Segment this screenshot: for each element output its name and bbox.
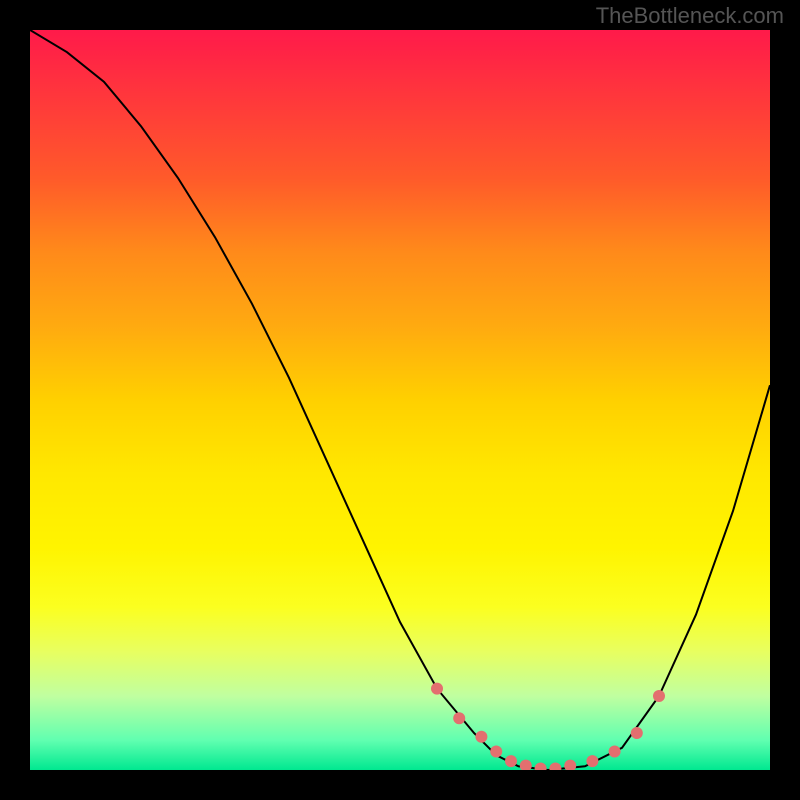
marker-point xyxy=(586,755,598,767)
marker-point xyxy=(490,746,502,758)
marker-point xyxy=(564,760,576,770)
marker-point xyxy=(535,763,547,771)
curve-markers xyxy=(431,683,665,770)
marker-point xyxy=(505,755,517,767)
marker-point xyxy=(549,763,561,771)
curve-line xyxy=(30,30,770,770)
chart-plot-area xyxy=(30,30,770,770)
marker-point xyxy=(475,731,487,743)
chart-svg xyxy=(30,30,770,770)
marker-point xyxy=(431,683,443,695)
marker-point xyxy=(453,712,465,724)
marker-point xyxy=(520,760,532,770)
watermark-text: TheBottleneck.com xyxy=(596,3,784,29)
marker-point xyxy=(631,727,643,739)
marker-point xyxy=(609,746,621,758)
marker-point xyxy=(653,690,665,702)
